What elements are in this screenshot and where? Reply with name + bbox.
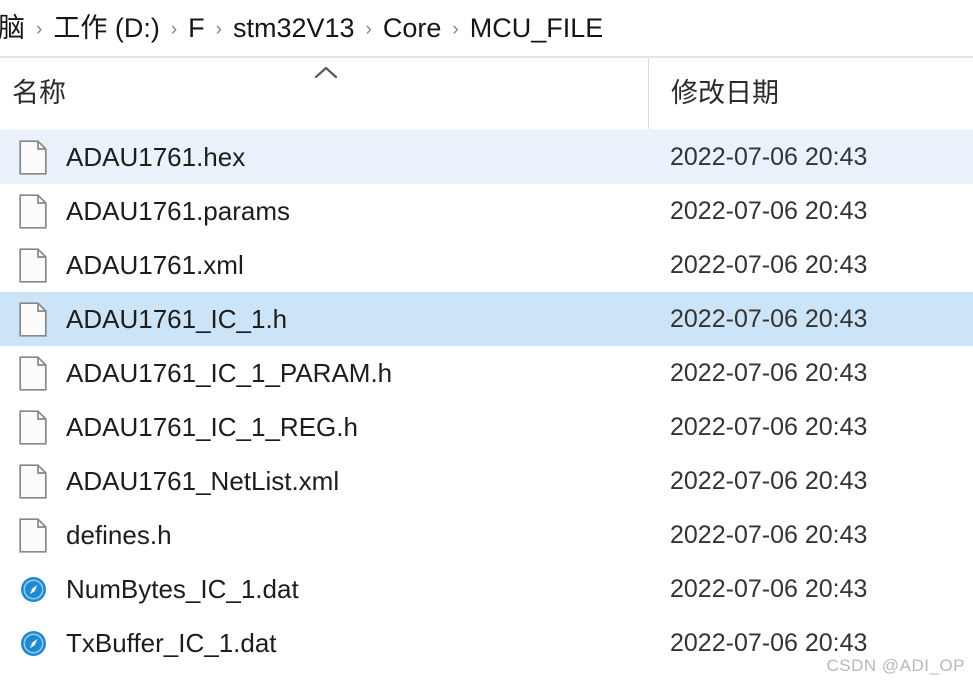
file-name-label: ADAU1761_IC_1.h (66, 304, 288, 334)
file-date-label: 2022-07-06 20:43 (670, 628, 868, 657)
breadcrumb-separator: › (170, 18, 178, 40)
blank-document-icon (18, 463, 48, 499)
column-header-date-modified[interactable]: 修改日期 (648, 58, 973, 129)
file-date-cell: 2022-07-06 20:43 (648, 238, 973, 292)
blue-disc-icon (18, 625, 48, 661)
file-date-cell: 2022-07-06 20:43 (648, 508, 973, 562)
file-date-cell: 2022-07-06 20:43 (648, 184, 973, 238)
blank-document-icon (18, 301, 48, 337)
file-name-label: ADAU1761.hex (66, 142, 246, 172)
file-name-cell[interactable]: ADAU1761_NetList.xml (0, 454, 648, 508)
breadcrumb-item-this-pc[interactable]: 脑 (0, 14, 25, 42)
breadcrumb-separator: › (215, 18, 222, 40)
file-name-label: ADAU1761_IC_1_REG.h (66, 412, 358, 442)
file-date-label: 2022-07-06 20:43 (670, 574, 868, 603)
file-name-label: TxBuffer_IC_1.dat (66, 628, 277, 658)
file-row[interactable]: ADAU1761_IC_1_REG.h 2022-07-06 20:43 (0, 400, 973, 454)
file-name-cell[interactable]: ADAU1761_IC_1_REG.h (0, 400, 648, 454)
blank-document-icon (18, 247, 48, 283)
file-name-label: defines.h (66, 520, 172, 550)
chevron-up-icon (313, 64, 339, 80)
breadcrumb-separator: › (36, 18, 43, 40)
file-name-cell[interactable]: ADAU1761.xml (0, 238, 648, 292)
file-date-cell: 2022-07-06 20:43 (648, 346, 973, 400)
file-date-label: 2022-07-06 20:43 (670, 358, 868, 387)
file-row[interactable]: ADAU1761_NetList.xml 2022-07-06 20:43 (0, 454, 973, 508)
breadcrumb-item-work-d[interactable]: 工作 (D:) (53, 14, 159, 42)
file-name-cell[interactable]: ADAU1761.params (0, 184, 648, 238)
file-name-cell[interactable]: ADAU1761_IC_1_PARAM.h (0, 346, 648, 400)
file-row[interactable]: defines.h 2022-07-06 20:43 (0, 508, 973, 562)
breadcrumb-item-mcu-file[interactable]: MCU_FILE (470, 14, 604, 42)
file-row[interactable]: ADAU1761_IC_1.h 2022-07-06 20:43 (0, 292, 973, 346)
column-header-name[interactable]: 名称 (0, 58, 648, 129)
file-row[interactable]: ADAU1761.params 2022-07-06 20:43 (0, 184, 973, 238)
file-date-label: 2022-07-06 20:43 (670, 466, 868, 495)
blank-document-icon (18, 139, 48, 175)
file-date-cell: 2022-07-06 20:43 (648, 562, 973, 616)
file-date-cell: 2022-07-06 20:43 (648, 616, 973, 670)
file-date-label: 2022-07-06 20:43 (670, 196, 868, 225)
file-name-label: ADAU1761.xml (66, 250, 244, 280)
blank-document-icon (18, 517, 48, 553)
breadcrumb: 脑 › 工作 (D:) › F › stm32V13 › Core › MCU_FILE (0, 0, 973, 58)
breadcrumb-item-stm32v13[interactable]: stm32V13 (233, 14, 355, 42)
file-date-cell: 2022-07-06 20:43 (648, 130, 973, 184)
file-date-cell: 2022-07-06 20:43 (648, 292, 973, 346)
blue-disc-icon (18, 571, 48, 607)
breadcrumb-separator: › (365, 18, 372, 40)
file-date-label: 2022-07-06 20:43 (670, 142, 868, 171)
file-name-label: ADAU1761_IC_1_PARAM.h (66, 358, 393, 388)
file-name-cell[interactable]: ADAU1761.hex (0, 130, 648, 184)
file-row[interactable]: ADAU1761_IC_1_PARAM.h 2022-07-06 20:43 (0, 346, 973, 400)
file-name-label: NumBytes_IC_1.dat (66, 574, 299, 604)
file-name-label: ADAU1761_NetList.xml (66, 466, 340, 496)
column-header-name-label: 名称 (12, 78, 66, 108)
file-row[interactable]: TxBuffer_IC_1.dat 2022-07-06 20:43 (0, 616, 973, 670)
file-date-label: 2022-07-06 20:43 (670, 412, 868, 441)
breadcrumb-item-core[interactable]: Core (383, 14, 442, 42)
file-date-cell: 2022-07-06 20:43 (648, 454, 973, 508)
blank-document-icon (18, 355, 48, 391)
file-date-label: 2022-07-06 20:43 (670, 250, 868, 279)
column-header-date-label: 修改日期 (671, 78, 779, 108)
file-date-label: 2022-07-06 20:43 (670, 520, 868, 549)
file-name-cell[interactable]: defines.h (0, 508, 648, 562)
file-row[interactable]: ADAU1761.xml 2022-07-06 20:43 (0, 238, 973, 292)
file-row[interactable]: NumBytes_IC_1.dat 2022-07-06 20:43 (0, 562, 973, 616)
file-name-cell[interactable]: NumBytes_IC_1.dat (0, 562, 648, 616)
file-row[interactable]: ADAU1761.hex 2022-07-06 20:43 (0, 130, 973, 184)
file-date-label: 2022-07-06 20:43 (670, 304, 868, 333)
blank-document-icon (18, 193, 48, 229)
blank-document-icon (18, 409, 48, 445)
file-name-cell[interactable]: TxBuffer_IC_1.dat (0, 616, 648, 670)
column-header-row: 名称 修改日期 (0, 58, 973, 130)
breadcrumb-separator: › (452, 18, 459, 40)
file-date-cell: 2022-07-06 20:43 (648, 400, 973, 454)
file-list[interactable]: ADAU1761.hex 2022-07-06 20:43 ADAU1761.par… (0, 130, 973, 670)
breadcrumb-item-f[interactable]: F (188, 14, 205, 42)
file-name-label: ADAU1761.params (66, 196, 290, 226)
file-name-cell[interactable]: ADAU1761_IC_1.h (0, 292, 648, 346)
